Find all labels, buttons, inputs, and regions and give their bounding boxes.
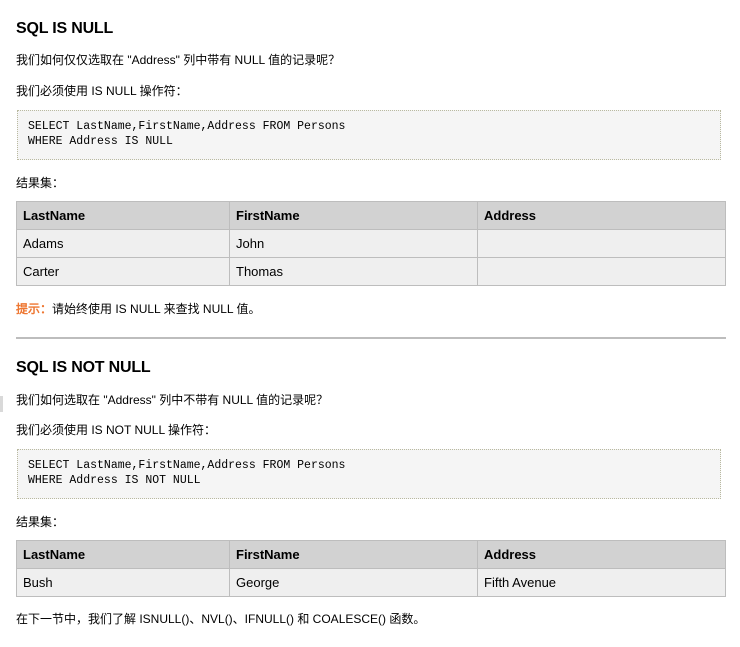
table-cell: Thomas <box>229 257 478 286</box>
table-row: Adams John <box>16 229 726 258</box>
section-divider <box>16 337 726 339</box>
table-row: Carter Thomas <box>16 257 726 286</box>
column-header-lastname: LastName <box>16 540 230 569</box>
instruction-text: 我们必须使用 IS NOT NULL 操作符： <box>16 423 217 437</box>
column-header-address: Address <box>477 201 726 230</box>
result-table-is-not-null: LastName FirstName Address Bush George F… <box>16 540 726 597</box>
section-title-is-not-null: SQL IS NOT NULL <box>16 359 151 376</box>
tip-label: 提示： <box>16 302 53 316</box>
code-block-is-null: SELECT LastName,FirstName,Address FROM P… <box>17 110 721 160</box>
table-cell <box>477 229 726 258</box>
tutorial-page: SQL IS NULL 我们如何仅仅选取在 "Address" 列中带有 NUL… <box>0 0 740 647</box>
instruction-text: 我们必须使用 IS NULL 操作符： <box>16 84 188 98</box>
question-text: 我们如何选取在 "Address" 列中不带有 NULL 值的记录呢？ <box>16 393 329 407</box>
result-label: 结果集： <box>16 515 65 529</box>
table-header-row: LastName FirstName Address <box>16 540 726 569</box>
table-cell: Carter <box>16 257 230 286</box>
result-table-is-null: LastName FirstName Address Adams John Ca… <box>16 201 726 286</box>
table-cell <box>477 257 726 286</box>
column-header-lastname: LastName <box>16 201 230 230</box>
table-header-row: LastName FirstName Address <box>16 201 726 230</box>
tip-text: 请始终使用 IS NULL 来查找 NULL 值。 <box>52 302 261 316</box>
section-title-is-null: SQL IS NULL <box>16 20 114 37</box>
result-label: 结果集： <box>16 176 65 190</box>
column-header-firstname: FirstName <box>229 540 478 569</box>
footer-text: 在下一节中，我们了解 ISNULL()、NVL()、IFNULL() 和 COA… <box>16 612 426 626</box>
column-header-firstname: FirstName <box>229 201 478 230</box>
page-edge-marker <box>0 396 3 412</box>
table-row: Bush George Fifth Avenue <box>16 568 726 597</box>
tip-paragraph: 提示：请始终使用 IS NULL 来查找 NULL 值。 <box>16 301 261 317</box>
table-cell: George <box>229 568 478 597</box>
table-cell: Adams <box>16 229 230 258</box>
code-block-is-not-null: SELECT LastName,FirstName,Address FROM P… <box>17 449 721 499</box>
table-cell: John <box>229 229 478 258</box>
question-text: 我们如何仅仅选取在 "Address" 列中带有 NULL 值的记录呢？ <box>16 53 341 67</box>
table-cell: Fifth Avenue <box>477 568 726 597</box>
table-cell: Bush <box>16 568 230 597</box>
column-header-address: Address <box>477 540 726 569</box>
